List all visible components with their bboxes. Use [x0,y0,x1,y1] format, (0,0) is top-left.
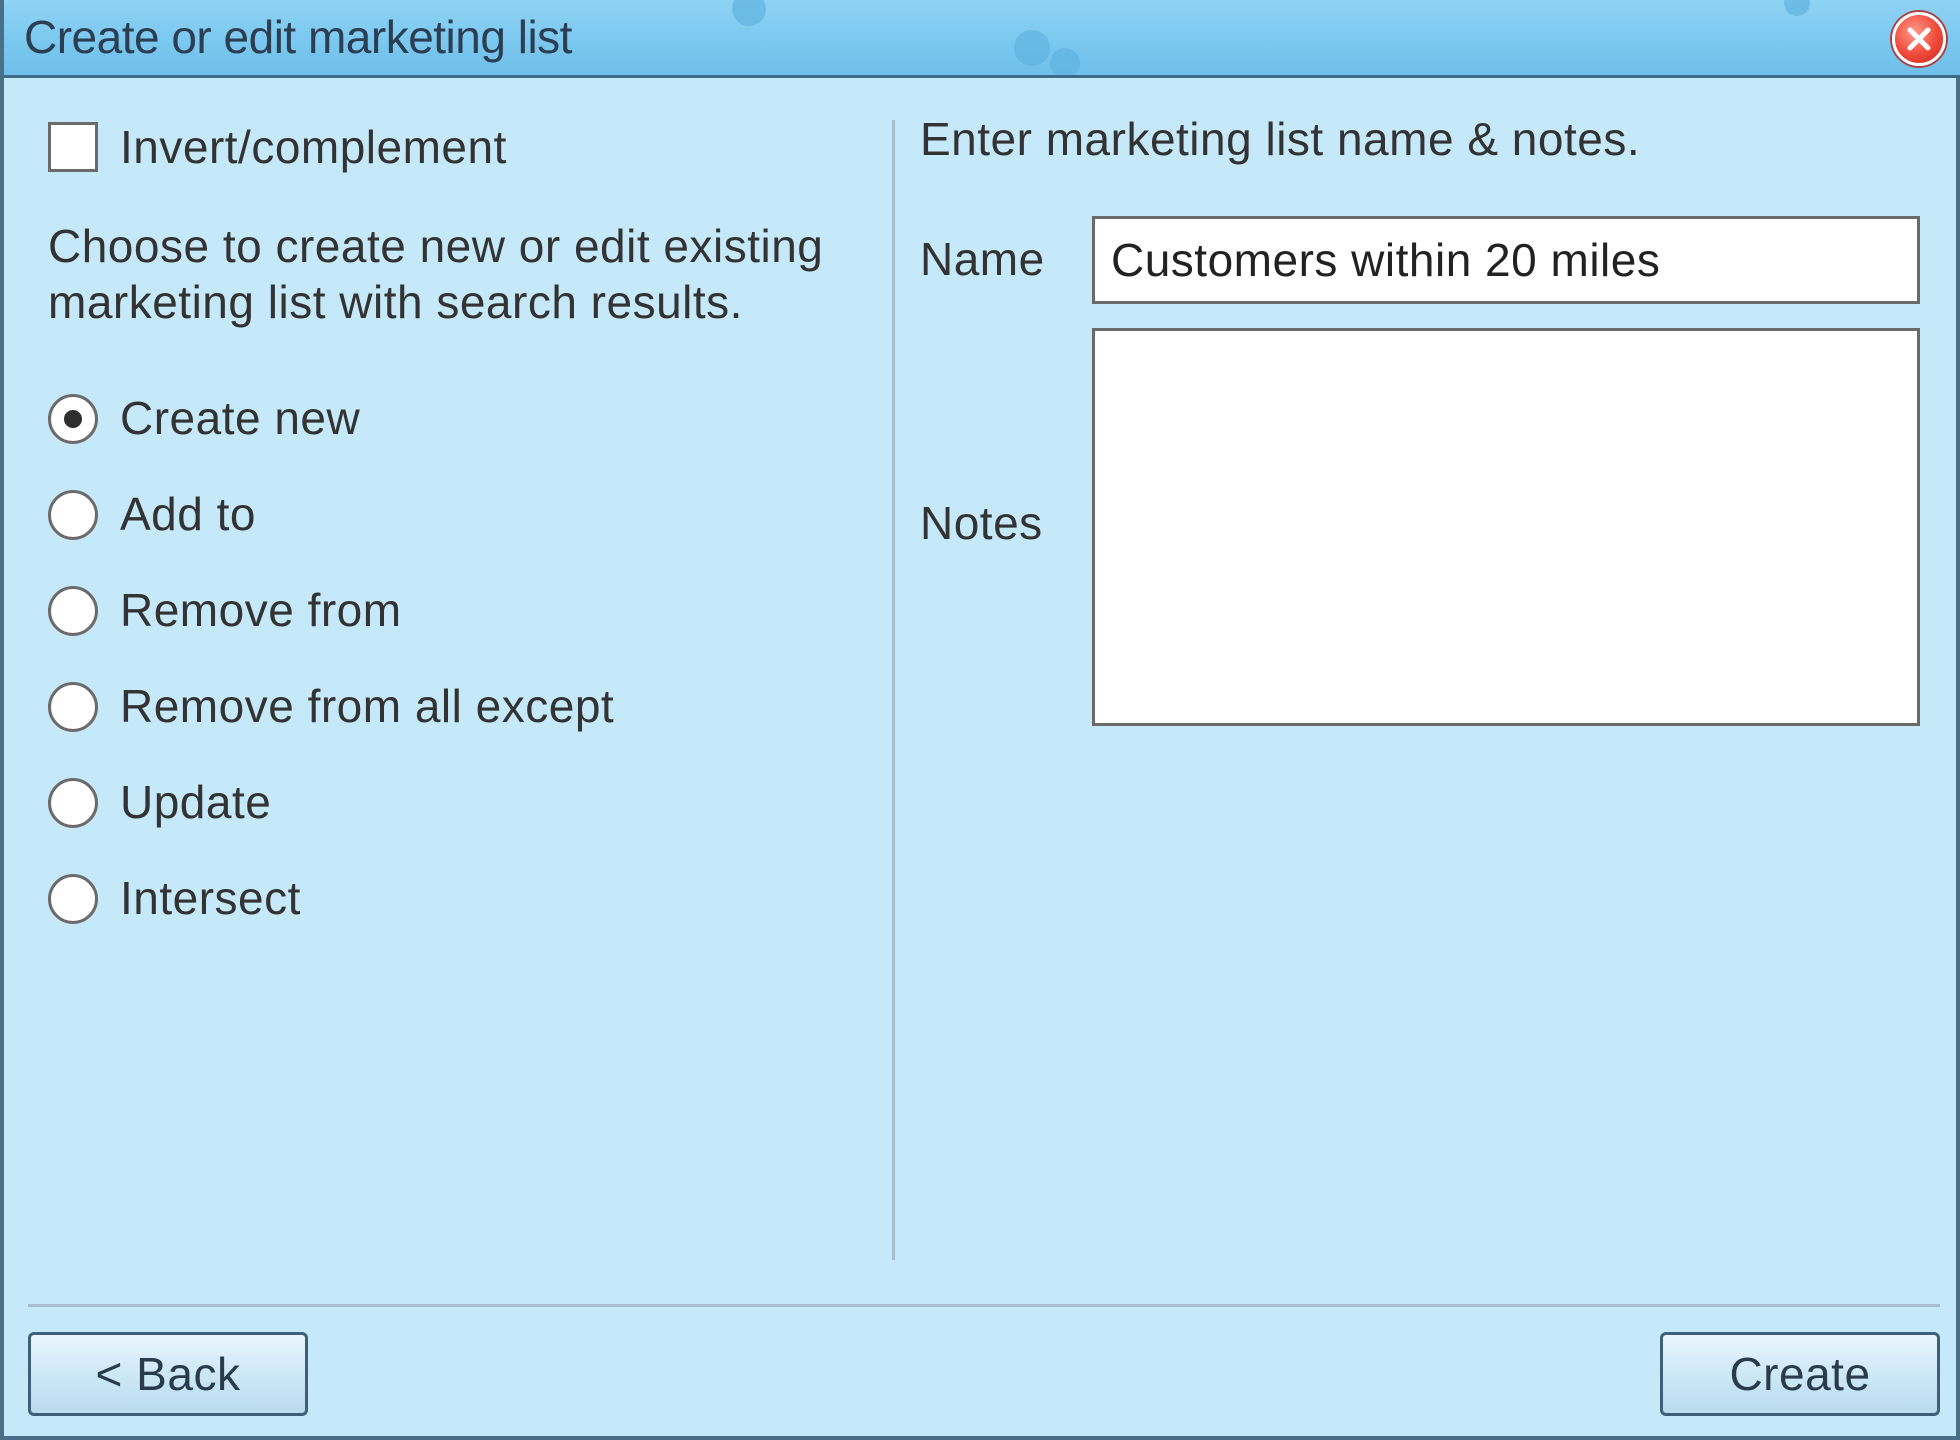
radio-intersect-label[interactable]: Intersect [120,871,301,925]
title-bar[interactable]: Create or edit marketing list [4,0,1960,78]
footer-divider [28,1304,1940,1307]
notes-label: Notes [920,497,1043,549]
invert-checkbox[interactable] [48,122,98,172]
radio-update[interactable] [48,778,98,828]
invert-checkbox-label[interactable]: Invert/complement [120,120,507,174]
radio-remove-from-label[interactable]: Remove from [120,583,402,637]
marketing-list-dialog: Create or edit marketing list Invert/com… [0,0,1960,1440]
radio-intersect[interactable] [48,874,98,924]
radio-remove-from[interactable] [48,586,98,636]
notes-textarea[interactable] [1092,328,1920,726]
close-button[interactable] [1892,12,1946,66]
back-button[interactable]: < Back [28,1332,308,1416]
create-button[interactable]: Create [1660,1332,1940,1416]
radio-remove-from-all-except-label[interactable]: Remove from all except [120,679,614,733]
close-icon [1907,27,1931,51]
radio-add-to-label[interactable]: Add to [120,487,256,541]
titlebar-decoration [1784,0,1810,16]
instructions-text: Choose to create new or edit existing ma… [48,220,824,328]
radio-remove-from-all-except[interactable] [48,682,98,732]
name-label: Name [920,233,1045,285]
radio-add-to[interactable] [48,490,98,540]
radio-create-new[interactable] [48,394,98,444]
radio-create-new-label[interactable]: Create new [120,391,360,445]
dialog-title: Create or edit marketing list [24,11,572,63]
titlebar-decoration [1014,30,1050,66]
form-heading: Enter marketing list name & notes. [920,113,1641,165]
name-input[interactable] [1092,216,1920,304]
radio-update-label[interactable]: Update [120,775,271,829]
titlebar-decoration [1050,48,1080,75]
column-divider [892,120,895,1260]
titlebar-decoration [732,0,766,26]
radio-selected-dot [64,410,82,428]
